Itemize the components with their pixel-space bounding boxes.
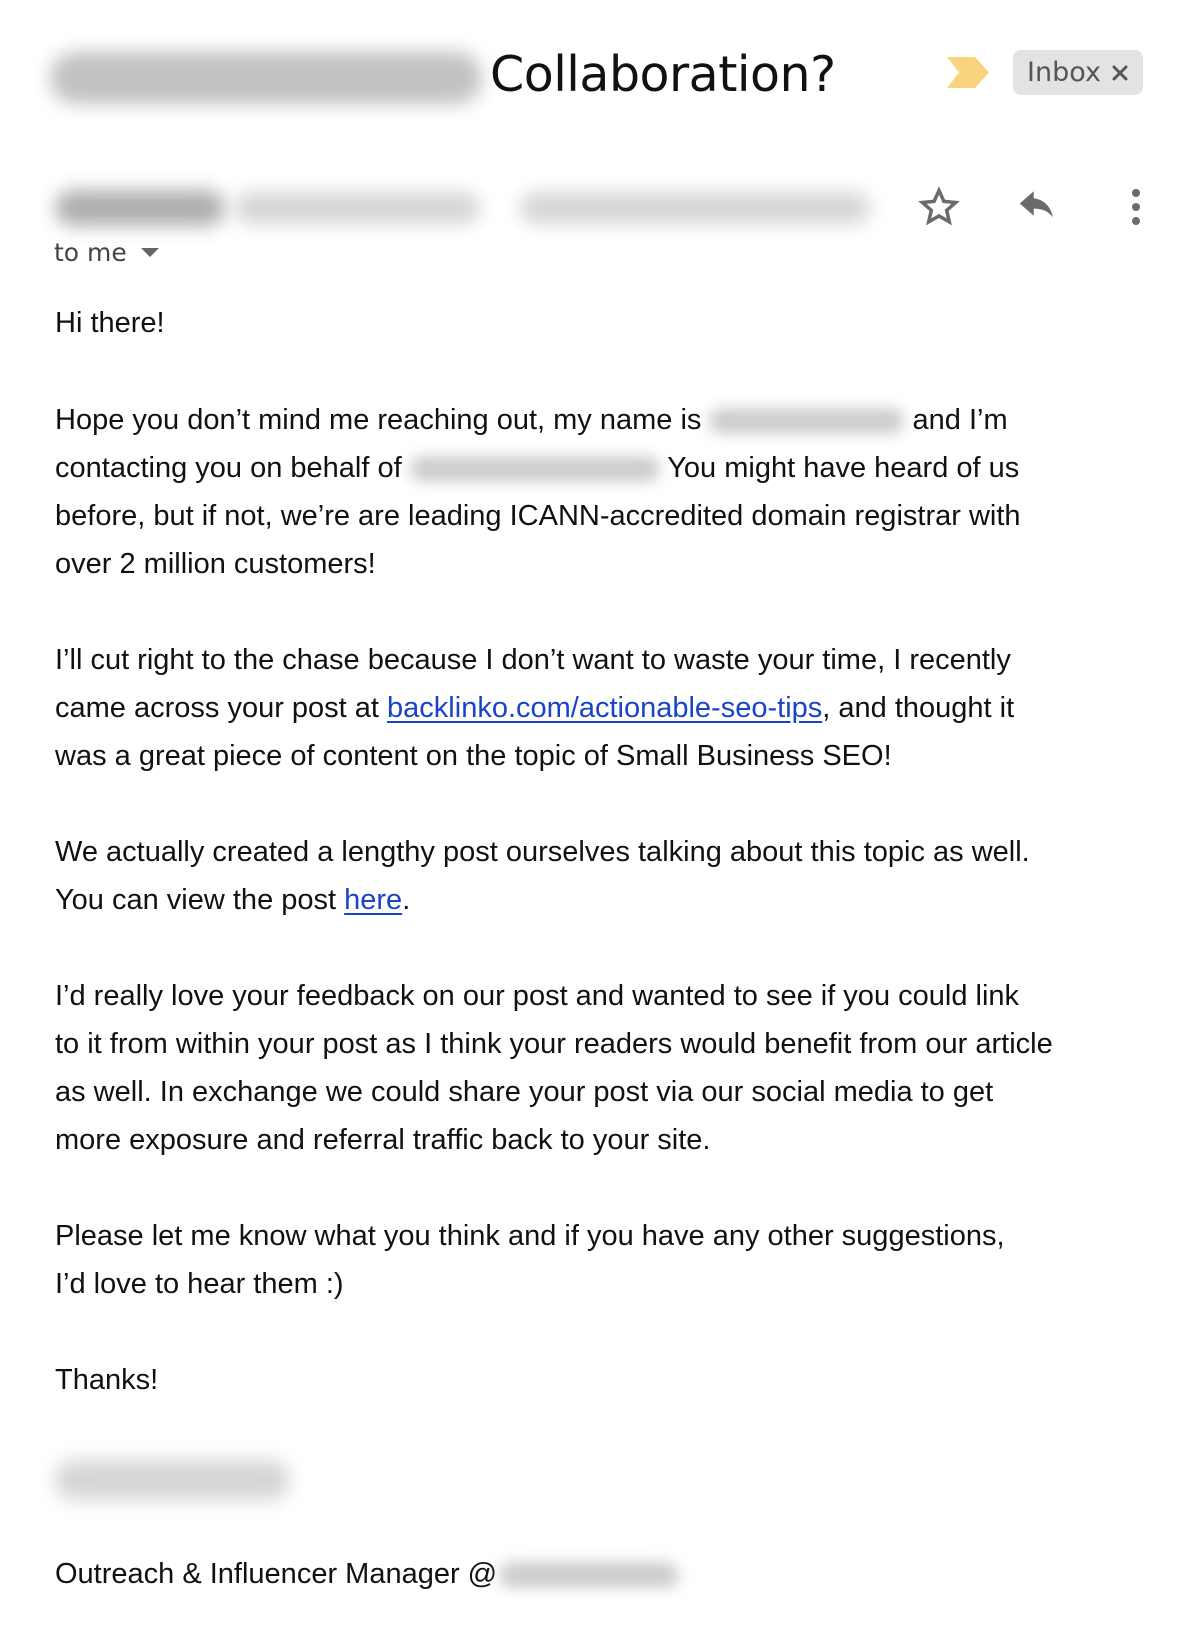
body-line: before, but if not, we’re are leading IC… xyxy=(55,500,1021,532)
redacted-timestamp xyxy=(520,192,870,224)
redacted-sender-name xyxy=(55,190,225,226)
more-options-button[interactable] xyxy=(1120,184,1152,230)
body-line: I’d really love your feedback on our pos… xyxy=(55,980,1020,1012)
text: contacting you on behalf of xyxy=(55,452,402,484)
body-line: as well. In exchange we could share your… xyxy=(55,1076,994,1108)
body-line: contacting you on behalf of You might ha… xyxy=(55,451,1019,486)
text: came across your post at xyxy=(55,692,379,724)
body-line: You can view the post here. xyxy=(55,883,410,917)
signature-title: Outreach & Influencer Manager @ xyxy=(55,1557,680,1592)
body-line: Hope you don’t mind me reaching out, my … xyxy=(55,403,1008,438)
body-line: Please let me know what you think and if… xyxy=(55,1220,1005,1252)
text: Hope you don’t mind me reaching out, my … xyxy=(55,404,702,436)
text: , and thought it xyxy=(822,692,1015,724)
more-vert-icon xyxy=(1132,189,1140,225)
body-line: to it from within your post as I think y… xyxy=(55,1028,1053,1060)
redacted-sender-email xyxy=(235,192,480,224)
redacted-sender-name-inline xyxy=(709,404,905,438)
text: Outreach & Influencer Manager @ xyxy=(55,1558,498,1590)
inbox-label-chip: Inbox xyxy=(1013,50,1143,95)
star-icon xyxy=(918,186,960,226)
body-line: I’ll cut right to the chase because I do… xyxy=(55,644,1011,676)
redacted-signature-name xyxy=(55,1460,290,1500)
body-line: We actually created a lengthy post ourse… xyxy=(55,836,1030,868)
recipient-details-toggle[interactable]: to me xyxy=(54,238,159,267)
body-line: came across your post at backlinko.com/a… xyxy=(55,691,1014,725)
text: You can view the post xyxy=(55,884,337,916)
email-subject: Collaboration? xyxy=(490,46,836,103)
importance-marker-icon[interactable] xyxy=(947,57,989,88)
body-line: I’d love to hear them :) xyxy=(55,1268,344,1300)
recipient-label: to me xyxy=(54,238,127,267)
star-button[interactable] xyxy=(914,184,964,230)
text: . xyxy=(402,884,411,916)
close-icon[interactable] xyxy=(1111,64,1129,82)
signoff: Thanks! xyxy=(55,1364,159,1396)
greeting: Hi there! xyxy=(55,307,165,339)
redacted-company-inline xyxy=(409,452,660,486)
redacted-signature-company xyxy=(499,1558,680,1592)
text: You might have heard of us xyxy=(667,452,1020,484)
body-line: was a great piece of content on the topi… xyxy=(55,740,892,772)
reply-button[interactable] xyxy=(1014,184,1064,230)
redacted-subject-domain xyxy=(50,52,482,104)
body-line: more exposure and referral traffic back … xyxy=(55,1124,711,1156)
here-link[interactable]: here xyxy=(344,884,402,916)
body-line: over 2 million customers! xyxy=(55,548,376,580)
text: and I’m xyxy=(912,404,1008,436)
chevron-down-icon xyxy=(140,247,159,257)
reply-icon xyxy=(1019,191,1053,218)
backlinko-post-link[interactable]: backlinko.com/actionable-seo-tips xyxy=(387,692,822,724)
inbox-label: Inbox xyxy=(1027,57,1101,88)
